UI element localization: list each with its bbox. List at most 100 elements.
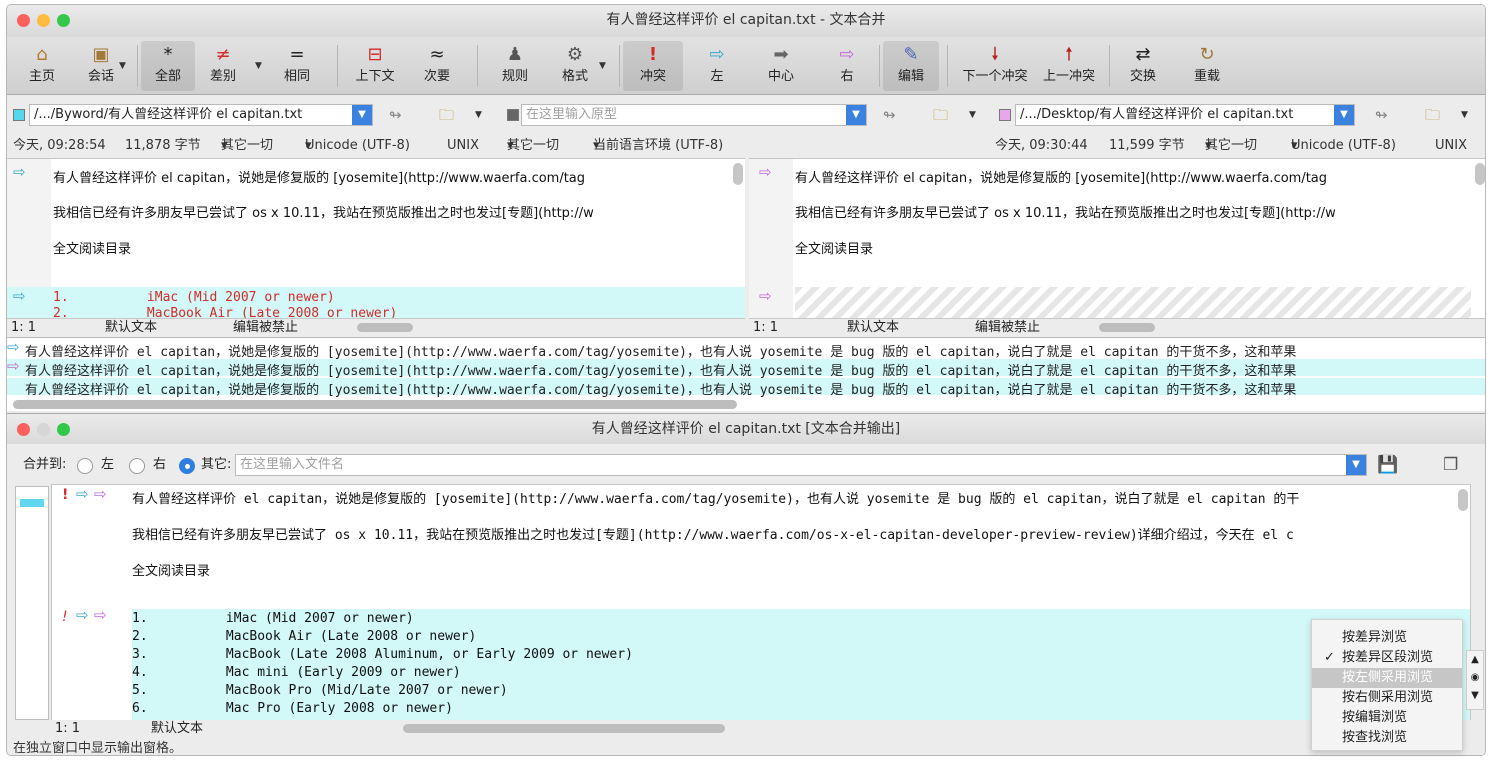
arrow-right-icon[interactable]: ⇨ (759, 287, 772, 305)
menu-item-browse-left-adopt[interactable]: 按左侧采用浏览 (1312, 668, 1462, 688)
right-path-combo[interactable]: /.../Desktop/有人曾经这样评价 el capitan.txt ▼ (1015, 104, 1355, 126)
follow-arrow-icon[interactable]: ↬ (1375, 106, 1388, 124)
circle-icon[interactable]: ◉ (1467, 669, 1483, 687)
conflict-icon[interactable]: ! (62, 609, 68, 625)
arrow-right-icon[interactable]: ⇨ (7, 338, 20, 356)
zoom-button[interactable] (57, 423, 70, 436)
center-button[interactable]: ➡ 中心 (761, 41, 801, 91)
swap-button[interactable]: ⇄ 交换 (1123, 41, 1163, 91)
next-conflict-button[interactable]: 🠗 下一个冲突 (957, 41, 1033, 91)
center-other-label: 其它一切 (507, 138, 560, 153)
chevron-down-icon[interactable]: ▼ (119, 61, 126, 71)
output-vertical-scrollbar[interactable] (1458, 489, 1468, 511)
arrow-right-icon[interactable]: ⇨ (7, 357, 20, 375)
merge-left-radio[interactable] (77, 458, 93, 474)
merge-right-radio[interactable] (129, 458, 145, 474)
chevron-down-icon[interactable]: ▼ (599, 61, 606, 71)
conflict-button[interactable]: ! 冲突 (623, 41, 683, 91)
chevron-down-icon[interactable]: ▼ (846, 105, 866, 125)
overview-marker (20, 499, 44, 507)
output-filename-combo[interactable]: 在这里输入文件名 ▼ (235, 454, 1367, 476)
center-encoding-dropdown[interactable]: 当前语言环境 (UTF-8) ▾ (593, 136, 723, 156)
chevron-down-icon[interactable]: ▼ (1334, 105, 1354, 125)
minor-button[interactable]: ≈ 次要 (417, 41, 457, 91)
conflict-icon[interactable]: ! (62, 487, 68, 503)
format-button[interactable]: ⚙ 格式 (555, 41, 595, 91)
arrow-right-icon[interactable]: ⇨ (94, 606, 107, 624)
follow-arrow-icon[interactable]: ↬ (883, 106, 896, 124)
status-bar: 在独立窗口中显示输出窗格。 (13, 741, 183, 756)
folder-icon[interactable]: 🗀 (439, 105, 454, 130)
center-path-combo[interactable]: 在这里输入原型 ▼ (521, 104, 867, 126)
diff-button[interactable]: ≠ 差别 (203, 41, 243, 91)
center-other-dropdown[interactable]: 其它一切 ▾ (507, 136, 559, 156)
menu-item-label: 按编辑浏览 (1342, 710, 1408, 725)
arrow-right-icon[interactable]: ⇨ (13, 287, 26, 305)
follow-arrow-icon[interactable]: ↬ (389, 106, 402, 124)
output-overview-strip[interactable] (15, 486, 49, 720)
home-button[interactable]: ⌂ 主页 (23, 41, 61, 91)
minimize-button[interactable] (37, 423, 50, 436)
arrow-right-icon[interactable]: ⇨ (76, 606, 89, 624)
arrow-right-icon[interactable]: ⇨ (94, 485, 107, 503)
session-button[interactable]: ▣ 会话 (81, 41, 121, 91)
merge-other-radio[interactable] (179, 458, 195, 474)
left-vertical-scrollbar[interactable] (733, 163, 743, 185)
save-icon[interactable]: 💾 (1377, 450, 1398, 480)
edit-button[interactable]: ✎ 编辑 (883, 41, 939, 91)
chevron-down-icon[interactable]: ▼ (352, 105, 372, 125)
chevron-down-icon[interactable]: ▼ (1346, 455, 1366, 475)
chevron-down-icon[interactable]: ▼ (475, 110, 482, 120)
right-other-dropdown[interactable]: 其它一切 ▾ (1205, 136, 1257, 156)
output-horizontal-scrollbar[interactable] (403, 724, 725, 733)
arrow-right-icon: ➡ (773, 44, 789, 65)
right-text-pane[interactable]: ⇨ 有人曾经这样评价 el capitan，说她是修复版的 [yosemite]… (749, 158, 1485, 336)
arrow-right-icon[interactable]: ⇨ (76, 485, 89, 503)
menu-item-browse-find[interactable]: 按查找浏览 (1312, 728, 1462, 748)
detach-window-icon[interactable]: ❐ (1443, 450, 1458, 480)
left-path-combo[interactable]: /.../Byword/有人曾经这样评价 el capitan.txt ▼ (29, 104, 373, 126)
edit-icon: ✎ (903, 44, 919, 65)
close-button[interactable] (17, 14, 30, 27)
summary-horizontal-scrollbar[interactable] (13, 400, 737, 409)
left-line-3: 全文阅读目录 (53, 242, 132, 257)
output-cursor-position: 1: 1 (55, 721, 81, 736)
prev-conflict-button[interactable]: 🠕 上一冲突 (1037, 41, 1101, 91)
arrow-right-icon[interactable]: ⇨ (759, 163, 772, 181)
chevron-down-icon[interactable]: ▼ (255, 61, 262, 71)
chevron-up-icon[interactable]: ▲ (1467, 651, 1483, 669)
right-horizontal-scrollbar[interactable] (1099, 323, 1155, 332)
chevron-down-icon[interactable]: ▼ (1467, 687, 1483, 705)
right-gutter (749, 159, 793, 336)
reload-button[interactable]: ↻ 重载 (1187, 41, 1227, 91)
chevron-down-icon[interactable]: ▼ (1461, 110, 1468, 120)
close-button[interactable] (17, 423, 30, 436)
not-equal-icon: ≠ (215, 44, 231, 65)
rules-button[interactable]: ♟ 规则 (495, 41, 535, 91)
menu-item-browse-right-adopt[interactable]: 按右侧采用浏览 (1312, 688, 1462, 708)
browse-stepper[interactable]: ▲ ◉ ▼ (1466, 650, 1484, 710)
right-button[interactable]: ⇨ 右 (827, 41, 867, 91)
right-encoding-dropdown[interactable]: Unicode (UTF-8) ▾ (1291, 136, 1396, 156)
zoom-button[interactable] (57, 14, 70, 27)
left-button[interactable]: ⇨ 左 (697, 41, 737, 91)
left-encoding-dropdown[interactable]: Unicode (UTF-8) ▾ (305, 136, 410, 156)
output-text-pane[interactable]: ! ⇨ ⇨ 有人曾经这样评价 el capitan，说她是修复版的 [yosem… (51, 484, 1471, 722)
left-text-pane[interactable]: ⇨ 有人曾经这样评价 el capitan，说她是修复版的 [yosemite]… (7, 158, 745, 336)
folder-icon[interactable]: 🗀 (1425, 105, 1440, 130)
arrow-right-icon[interactable]: ⇨ (13, 163, 26, 181)
arrow-right-icon: ⇨ (709, 44, 725, 65)
minimize-button[interactable] (37, 14, 50, 27)
context-button[interactable]: ⊟ 上下文 (349, 41, 401, 91)
same-button[interactable]: = 相同 (277, 41, 317, 91)
menu-item-browse-edit[interactable]: 按编辑浏览 (1312, 708, 1462, 728)
all-button[interactable]: * 全部 (141, 41, 195, 91)
left-horizontal-scrollbar[interactable] (357, 323, 413, 332)
right-vertical-scrollbar[interactable] (1475, 163, 1485, 185)
menu-item-browse-diff[interactable]: 按差异浏览 (1312, 628, 1462, 648)
approx-icon: ≈ (429, 44, 445, 65)
left-other-dropdown[interactable]: 其它一切 ▾ (221, 136, 273, 156)
folder-icon[interactable]: 🗀 (933, 105, 948, 130)
menu-item-browse-diff-section[interactable]: ✓ 按差异区段浏览 (1312, 648, 1462, 668)
chevron-down-icon[interactable]: ▼ (969, 110, 976, 120)
